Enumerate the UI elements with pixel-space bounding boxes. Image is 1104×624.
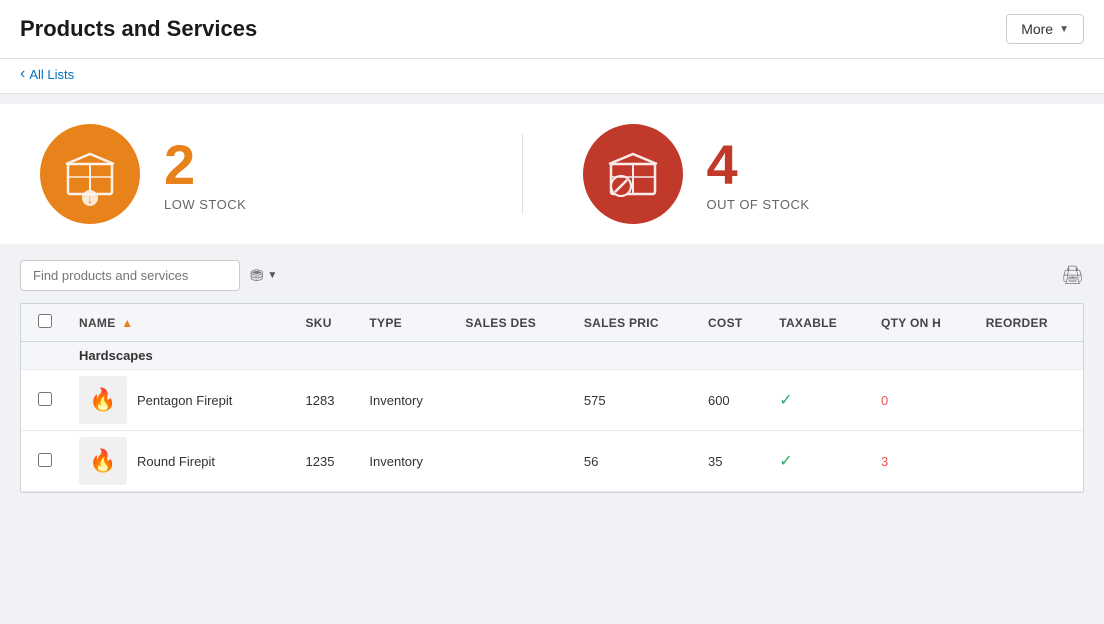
- col-sales-price[interactable]: SALES PRIC: [574, 304, 698, 342]
- chevron-down-icon: ▼: [1059, 24, 1069, 35]
- summary-section: ↓ 2 LOW STOCK: [0, 104, 1104, 244]
- product-name[interactable]: Round Firepit: [137, 454, 215, 469]
- product-reorder: [976, 370, 1083, 431]
- out-of-stock-count: 4: [707, 137, 810, 193]
- search-filter-row: ⛃ ▼ 🖨: [20, 260, 1084, 291]
- out-of-stock-text: 4 OUT OF STOCK: [707, 137, 810, 212]
- low-stock-count: 2: [164, 137, 246, 193]
- row-checkbox-cell: [21, 431, 69, 492]
- low-stock-label: LOW STOCK: [164, 197, 246, 212]
- product-cost: 600: [698, 370, 769, 431]
- product-sku: 1283: [296, 370, 360, 431]
- product-name-cell: 🔥 Round Firepit: [69, 431, 296, 492]
- product-cell: 🔥 Round Firepit: [79, 437, 286, 485]
- out-of-stock-icon-circle: [583, 124, 683, 224]
- row-checkbox[interactable]: [38, 392, 52, 406]
- product-sku: 1235: [296, 431, 360, 492]
- product-cell: 🔥 Pentagon Firepit: [79, 376, 286, 424]
- group-row-hardscapes: Hardscapes: [21, 342, 1083, 370]
- product-qty: 3: [871, 431, 976, 492]
- low-stock-text: 2 LOW STOCK: [164, 137, 246, 212]
- row-checkbox[interactable]: [38, 453, 52, 467]
- list-section: ⛃ ▼ 🖨 NAME ▲ SKU TYPE SALES DES: [0, 244, 1104, 493]
- product-qty: 0: [871, 370, 976, 431]
- out-of-stock-card: 4 OUT OF STOCK: [523, 124, 1065, 224]
- all-lists-link[interactable]: All Lists: [20, 65, 74, 83]
- col-taxable[interactable]: TAXABLE: [769, 304, 871, 342]
- low-stock-card: ↓ 2 LOW STOCK: [40, 124, 522, 224]
- table-row: 🔥 Pentagon Firepit 1283 Inventory 575 60…: [21, 370, 1083, 431]
- product-sales-desc: [455, 370, 573, 431]
- low-stock-icon-circle: ↓: [40, 124, 140, 224]
- select-all-checkbox[interactable]: [38, 314, 52, 328]
- taxable-check-icon: ✓: [779, 453, 792, 470]
- col-type[interactable]: TYPE: [359, 304, 455, 342]
- product-taxable: ✓: [769, 431, 871, 492]
- svg-text:↓: ↓: [87, 192, 93, 206]
- col-name[interactable]: NAME ▲: [69, 304, 296, 342]
- sort-arrow-icon: ▲: [121, 316, 133, 330]
- col-qty[interactable]: QTY ON H: [871, 304, 976, 342]
- product-name[interactable]: Pentagon Firepit: [137, 393, 232, 408]
- page-header: Products and Services More ▼: [0, 0, 1104, 59]
- page-title: Products and Services: [20, 16, 257, 42]
- product-sales-desc: [455, 431, 573, 492]
- products-table: NAME ▲ SKU TYPE SALES DES SALES PRIC COS…: [21, 304, 1083, 492]
- print-button[interactable]: 🖨: [1061, 265, 1084, 286]
- col-sku[interactable]: SKU: [296, 304, 360, 342]
- product-sales-price: 575: [574, 370, 698, 431]
- filter-button[interactable]: ⛃ ▼: [250, 266, 277, 286]
- product-thumbnail: 🔥: [79, 437, 127, 485]
- table-row: 🔥 Round Firepit 1235 Inventory 56 35 ✓ 3: [21, 431, 1083, 492]
- taxable-check-icon: ✓: [779, 392, 792, 409]
- product-taxable: ✓: [769, 370, 871, 431]
- product-sales-price: 56: [574, 431, 698, 492]
- product-reorder: [976, 431, 1083, 492]
- product-type: Inventory: [359, 431, 455, 492]
- product-name-cell: 🔥 Pentagon Firepit: [69, 370, 296, 431]
- product-thumbnail: 🔥: [79, 376, 127, 424]
- products-table-wrapper: NAME ▲ SKU TYPE SALES DES SALES PRIC COS…: [20, 303, 1084, 493]
- col-cost[interactable]: COST: [698, 304, 769, 342]
- table-header-row: NAME ▲ SKU TYPE SALES DES SALES PRIC COS…: [21, 304, 1083, 342]
- group-label: Hardscapes: [69, 342, 1083, 370]
- checkbox-header: [21, 304, 69, 342]
- more-button[interactable]: More ▼: [1006, 14, 1084, 44]
- row-checkbox-cell: [21, 370, 69, 431]
- search-input[interactable]: [20, 260, 240, 291]
- print-icon: 🖨: [1061, 265, 1084, 285]
- filter-chevron-icon: ▼: [267, 270, 277, 281]
- filter-icon: ⛃: [250, 266, 263, 286]
- col-reorder[interactable]: REORDER: [976, 304, 1083, 342]
- all-lists-bar: All Lists: [0, 59, 1104, 94]
- product-type: Inventory: [359, 370, 455, 431]
- out-of-stock-label: OUT OF STOCK: [707, 197, 810, 212]
- product-cost: 35: [698, 431, 769, 492]
- col-sales-desc[interactable]: SALES DES: [455, 304, 573, 342]
